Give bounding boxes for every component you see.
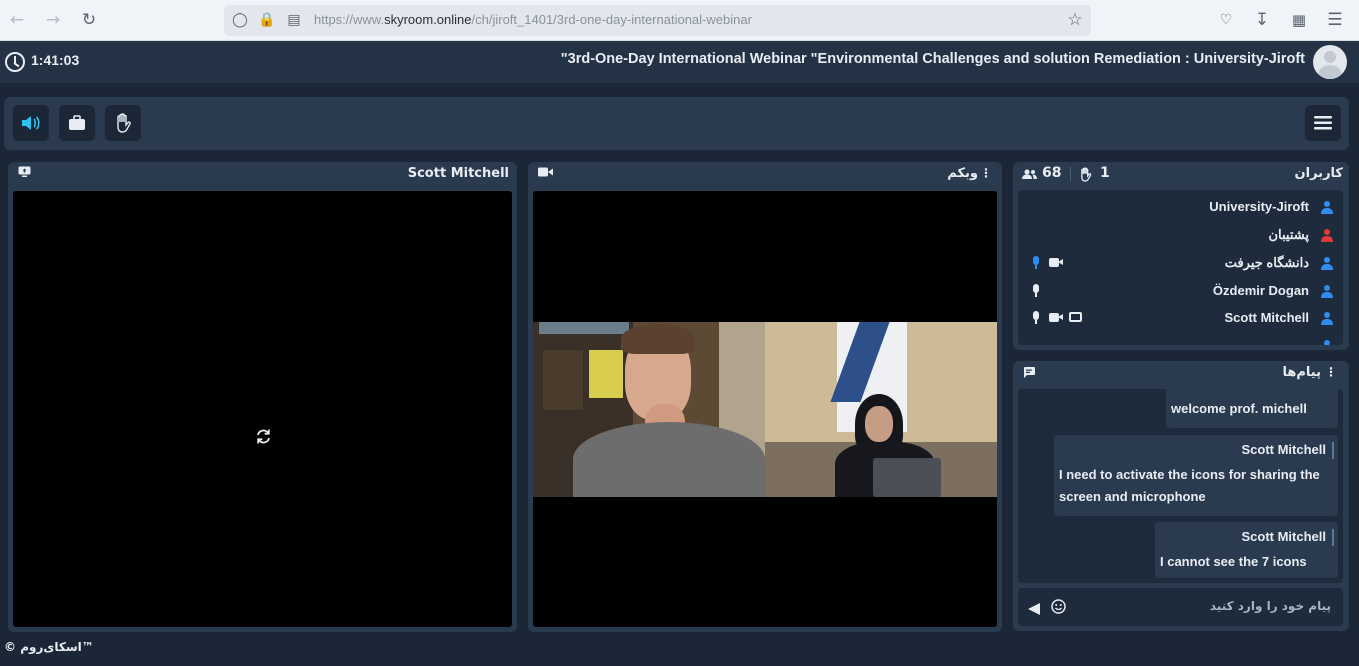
url-domain: skyroom.online	[384, 12, 472, 27]
user-name: پشتیبان	[1268, 227, 1310, 242]
page-info-icon[interactable]: ▤	[284, 10, 304, 30]
user-name: دانشگاه جیرفت	[1224, 255, 1309, 270]
webcam-video-presenter	[533, 322, 765, 497]
panel-title: وبکم	[947, 166, 978, 181]
url-text[interactable]: https://www.skyroom.online/ch/jiroft_140…	[314, 12, 752, 27]
briefcase-icon	[69, 115, 85, 130]
bookmark-star-icon[interactable]: ☆	[1065, 10, 1085, 30]
user-name: Scott Mitchell	[1224, 310, 1309, 325]
user-count: 68	[1042, 165, 1062, 181]
user-row[interactable]: Özdemir Dogan	[1018, 281, 1343, 301]
sender-bar	[1332, 529, 1334, 546]
message-text: I cannot see the 7 icons	[1160, 554, 1307, 569]
microphone-icon	[1032, 311, 1040, 324]
kebab-menu-icon[interactable]: ⋮	[980, 166, 992, 180]
chat-message: Scott Mitchell I need to activate the ic…	[1054, 435, 1338, 516]
back-arrow-icon[interactable]: ←	[6, 9, 28, 31]
brand-footer: © اسکای‌روم™	[4, 640, 94, 654]
send-icon[interactable]	[1028, 600, 1040, 619]
user-icon	[1320, 285, 1334, 299]
panel-title: کاربران	[1294, 166, 1343, 181]
avatar[interactable]	[1313, 45, 1347, 79]
user-row[interactable]: پشتیبان	[1018, 225, 1343, 245]
room-toolbar	[4, 97, 1349, 150]
user-name: University-Jiroft	[1209, 199, 1309, 214]
chat-panel: پیام‌ها ⋮ welcome prof. michell Scott Mi…	[1013, 361, 1349, 631]
browser-menu-icon[interactable]: ☰	[1324, 9, 1346, 31]
webcam-video-host	[765, 322, 997, 497]
message-sender: Scott Mitchell	[1241, 529, 1326, 544]
share-button[interactable]	[59, 105, 95, 141]
extensions-puzzle-icon[interactable]: ▦	[1288, 9, 1310, 31]
screen-share-view	[13, 191, 512, 627]
url-path: /ch/jiroft_1401/3rd-one-day-internationa…	[471, 12, 752, 27]
user-row[interactable]	[1018, 336, 1343, 345]
speaker-button[interactable]	[13, 105, 49, 141]
chat-messages: welcome prof. michell Scott Mitchell I n…	[1018, 389, 1343, 583]
sender-bar	[1332, 442, 1334, 459]
camera-icon	[1049, 313, 1064, 322]
microphone-icon	[1032, 256, 1040, 269]
kebab-menu-icon[interactable]: ⋮	[1325, 365, 1337, 379]
message-text: welcome prof. michell	[1171, 401, 1307, 416]
user-row[interactable]: دانشگاه جیرفت	[1018, 253, 1343, 273]
main-menu-button[interactable]	[1305, 105, 1341, 141]
message-sender: Scott Mitchell	[1241, 442, 1326, 457]
webcam-view	[533, 191, 997, 627]
pocket-icon[interactable]: ♡	[1215, 9, 1237, 31]
user-row[interactable]: University-Jiroft	[1018, 197, 1343, 217]
shield-icon[interactable]: ◯	[230, 10, 250, 30]
chat-input-placeholder: پیام خود را وارد کنید	[1209, 599, 1331, 613]
screen-share-icon[interactable]	[18, 166, 31, 180]
room-title: "3rd-One-Day International Webinar "Envi…	[560, 51, 1305, 67]
screen-share-panel: Scott Mitchell	[8, 162, 517, 632]
users-icon	[1022, 168, 1037, 182]
loading-sync-icon	[255, 428, 272, 449]
user-icon	[1320, 229, 1334, 243]
screen-share-icon	[1069, 312, 1082, 322]
panel-title: Scott Mitchell	[407, 166, 509, 181]
user-list: University-Jiroft پشتیبان دانشگاه جیرفت …	[1018, 190, 1343, 345]
user-icon	[1320, 201, 1334, 215]
webcam-panel: وبکم ⋮	[528, 162, 1002, 632]
user-row[interactable]: Scott Mitchell	[1018, 308, 1343, 328]
camera-icon	[1049, 258, 1064, 267]
forward-arrow-icon[interactable]: →	[42, 9, 64, 31]
lock-icon[interactable]: 🔒	[257, 10, 277, 30]
users-panel: 68 1 کاربران University-Jiroft پشتیبان د…	[1013, 162, 1349, 350]
raised-hand-count: 1	[1100, 165, 1110, 181]
raise-hand-button[interactable]	[105, 105, 141, 141]
chat-message: Scott Mitchell I cannot see the 7 icons	[1155, 522, 1338, 578]
url-bar[interactable]: ◯ 🔒 ▤ https://www.skyroom.online/ch/jiro…	[224, 5, 1091, 36]
user-name: Özdemir Dogan	[1212, 283, 1309, 298]
hand-icon	[117, 113, 131, 133]
chat-bubble-icon	[1023, 367, 1035, 381]
emoji-icon[interactable]	[1051, 599, 1066, 618]
user-icon	[1320, 312, 1334, 326]
download-icon[interactable]: ↧	[1251, 9, 1273, 31]
clock-icon	[5, 52, 25, 72]
speaker-icon	[22, 116, 40, 130]
panel-header: پیام‌ها ⋮	[1013, 361, 1349, 385]
microphone-icon	[1032, 284, 1040, 297]
divider	[1070, 167, 1071, 181]
hand-icon	[1079, 167, 1092, 185]
reload-icon[interactable]: ↻	[78, 9, 100, 31]
chat-message: welcome prof. michell	[1166, 389, 1338, 428]
hamburger-icon	[1314, 116, 1332, 130]
video-camera-icon[interactable]	[538, 166, 553, 180]
session-timer: 1:41:03	[31, 52, 80, 68]
panel-header: 68 1 کاربران	[1013, 162, 1349, 186]
user-icon	[1320, 257, 1334, 271]
url-prefix: https://www.	[314, 12, 385, 27]
chat-input[interactable]: پیام خود را وارد کنید	[1018, 588, 1343, 626]
user-icon	[1320, 340, 1334, 345]
panel-header: Scott Mitchell	[8, 162, 517, 186]
panel-title: پیام‌ها	[1282, 365, 1322, 380]
browser-toolbar: ← → ↻ ◯ 🔒 ▤ https://www.skyroom.online/c…	[0, 0, 1359, 41]
panel-header: وبکم ⋮	[528, 162, 1002, 186]
message-text: I need to activate the icons for sharing…	[1059, 467, 1320, 504]
